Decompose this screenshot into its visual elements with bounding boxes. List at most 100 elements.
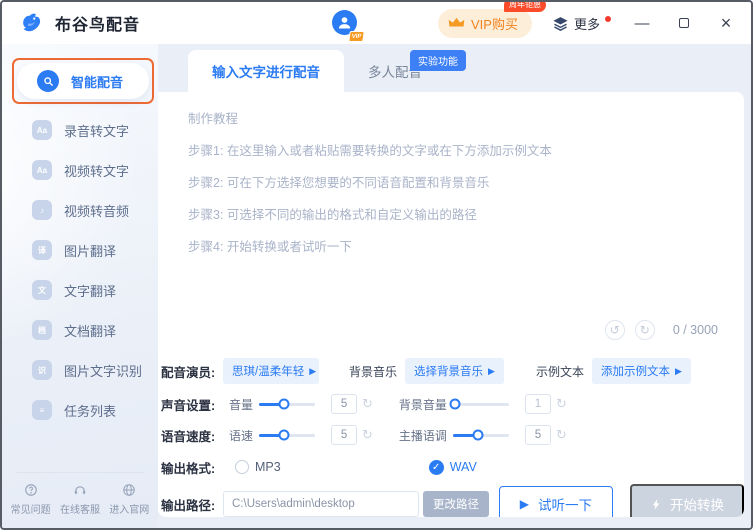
app-logo: 布谷鸟配音 bbox=[20, 10, 140, 36]
placeholder-line: 步骤4: 开始转换或者试听一下 bbox=[188, 236, 718, 255]
placeholder-line: 步骤2: 可在下方选择您想要的不同语音配置和背景音乐 bbox=[188, 172, 718, 191]
play-icon: ▶ bbox=[520, 497, 529, 511]
titlebar: 布谷鸟配音 VIP VIP购买 周年钜惠 bbox=[2, 2, 751, 44]
bgm-label: 背景音乐 bbox=[349, 363, 397, 380]
window-close-button[interactable]: × bbox=[715, 13, 737, 34]
notification-dot-icon bbox=[605, 16, 611, 22]
online-service-link[interactable]: 在线客服 bbox=[60, 483, 100, 516]
video-to-audio-icon: ♪ bbox=[32, 200, 52, 220]
window-minimize-button[interactable]: — bbox=[631, 15, 653, 32]
voice-actor-value: 思琪/温柔年轻 bbox=[232, 363, 304, 379]
pitch-slider[interactable] bbox=[453, 434, 509, 437]
sidebar-item-label: 图片翻译 bbox=[64, 241, 116, 260]
volume-reset-button[interactable]: ↻ bbox=[362, 396, 373, 412]
user-avatar[interactable]: VIP bbox=[332, 10, 362, 40]
radio-unchecked-icon bbox=[235, 460, 249, 474]
placeholder-line: 步骤1: 在这里输入或者粘贴需要转换的文字或在下方添加示例文本 bbox=[188, 140, 718, 159]
dropdown-arrow-icon: ▶ bbox=[309, 366, 316, 377]
start-convert-button[interactable]: 开始转换 bbox=[630, 484, 744, 517]
redo-button[interactable]: ↻ bbox=[635, 320, 655, 340]
sidebar-item-task-list[interactable]: ≡ 任务列表 bbox=[2, 390, 158, 430]
vip-buy-label: VIP购买 bbox=[471, 14, 518, 33]
sidebar-item-label: 任务列表 bbox=[64, 401, 116, 420]
main-area: 输入文字进行配音 多人配音 实验功能 制作教程 步骤1: 在这里输入或者粘贴需要… bbox=[158, 44, 751, 528]
globe-icon bbox=[122, 483, 136, 497]
faq-label: 常见问题 bbox=[11, 501, 51, 516]
output-path-input[interactable] bbox=[223, 491, 419, 517]
bg-volume-slider[interactable] bbox=[453, 403, 509, 406]
headset-icon bbox=[73, 483, 87, 497]
image-translate-icon: 译 bbox=[32, 240, 52, 260]
dropdown-arrow-icon: ▶ bbox=[675, 366, 682, 377]
preview-label: 试听一下 bbox=[538, 494, 592, 514]
sidebar-item-image-translate[interactable]: 译 图片翻译 bbox=[2, 230, 158, 270]
speed-reset-button[interactable]: ↻ bbox=[362, 427, 373, 443]
editor-toolbar: ↺ ↻ 0 / 3000 bbox=[605, 320, 718, 340]
pitch-slider-thumb[interactable] bbox=[473, 430, 484, 441]
bg-volume-value: 1 bbox=[525, 394, 551, 414]
text-translate-icon: 文 bbox=[32, 280, 52, 300]
radio-checked-icon: ✓ bbox=[429, 460, 444, 475]
speed-slider[interactable] bbox=[259, 434, 315, 437]
change-path-button[interactable]: 更改路径 bbox=[423, 491, 489, 517]
volume-slider-thumb[interactable] bbox=[279, 399, 290, 410]
output-format-label: 输出格式: bbox=[161, 458, 223, 477]
sound-settings-label: 声音设置: bbox=[161, 395, 223, 414]
pitch-label: 主播语调 bbox=[399, 427, 447, 444]
format-wav-radio[interactable]: ✓ WAV bbox=[429, 460, 477, 475]
char-counter: 0 / 3000 bbox=[673, 323, 718, 337]
window-maximize-button[interactable] bbox=[673, 15, 695, 32]
official-site-label: 进入官网 bbox=[109, 501, 149, 516]
voice-settings-row: 配音演员: 思琪/温柔年轻 ▶ 背景音乐 选择背景音乐 ▶ 示例文本 添加示例文… bbox=[158, 358, 744, 384]
format-mp3-radio[interactable]: MP3 bbox=[235, 460, 281, 474]
pitch-value: 5 bbox=[525, 425, 551, 445]
text-input-area[interactable]: 制作教程 步骤1: 在这里输入或者粘贴需要转换的文字或在下方添加示例文本 步骤2… bbox=[158, 92, 744, 348]
sidebar-item-audio-to-text[interactable]: Aa 录音转文字 bbox=[2, 110, 158, 150]
sample-text-value: 添加示例文本 bbox=[601, 363, 670, 379]
app-window: 布谷鸟配音 VIP VIP购买 周年钜惠 bbox=[0, 0, 753, 530]
speed-slider-thumb[interactable] bbox=[279, 430, 290, 441]
sidebar-item-image-ocr[interactable]: 识 图片文字识别 bbox=[2, 350, 158, 390]
format-wav-label: WAV bbox=[450, 460, 477, 474]
preview-button[interactable]: ▶ 试听一下 bbox=[499, 486, 613, 517]
output-path-row: 输出路径: 更改路径 ▶ 试听一下 开始转换 bbox=[158, 488, 744, 517]
output-path-label: 输出路径: bbox=[161, 495, 223, 514]
placeholder-line: 制作教程 bbox=[188, 108, 718, 127]
image-ocr-icon: 识 bbox=[32, 360, 52, 380]
volume-slider[interactable] bbox=[259, 403, 315, 406]
question-icon bbox=[24, 483, 38, 497]
official-site-link[interactable]: 进入官网 bbox=[109, 483, 149, 516]
anniversary-badge: 周年钜惠 bbox=[504, 0, 546, 12]
speed-value: 5 bbox=[331, 425, 357, 445]
bgm-select[interactable]: 选择背景音乐 ▶ bbox=[405, 358, 504, 384]
sidebar-item-label: 视频转文字 bbox=[64, 161, 129, 180]
volume-label: 音量 bbox=[229, 396, 253, 413]
pitch-reset-button[interactable]: ↻ bbox=[556, 427, 567, 443]
mic-search-icon bbox=[37, 70, 59, 92]
sidebar-item-doc-translate[interactable]: 档 文档翻译 bbox=[2, 310, 158, 350]
avatar-vip-badge: VIP bbox=[348, 31, 365, 42]
bg-volume-slider-thumb[interactable] bbox=[450, 399, 461, 410]
speed-label: 语速 bbox=[229, 427, 253, 444]
speed-settings-row: 语音速度: 语速 5 ↻ 主播语调 5 ↻ bbox=[158, 422, 744, 448]
vip-buy-button[interactable]: VIP购买 周年钜惠 bbox=[438, 9, 532, 38]
sidebar-item-text-translate[interactable]: 文 文字翻译 bbox=[2, 270, 158, 310]
placeholder-line: 步骤3: 可选择不同的输出的格式和自定义输出的路径 bbox=[188, 204, 718, 223]
voice-actor-select[interactable]: 思琪/温柔年轻 ▶ bbox=[223, 358, 319, 384]
more-menu-button[interactable]: 更多 bbox=[552, 14, 611, 33]
format-mp3-label: MP3 bbox=[255, 460, 281, 474]
sidebar-item-smart-dubbing[interactable]: 智能配音 bbox=[17, 63, 149, 99]
add-sample-text-button[interactable]: 添加示例文本 ▶ bbox=[592, 358, 691, 384]
undo-button[interactable]: ↺ bbox=[605, 320, 625, 340]
lightning-icon bbox=[650, 498, 663, 511]
online-service-label: 在线客服 bbox=[60, 501, 100, 516]
sidebar-item-video-to-audio[interactable]: ♪ 视频转音频 bbox=[2, 190, 158, 230]
bird-logo-icon bbox=[20, 10, 46, 36]
bg-volume-reset-button[interactable]: ↻ bbox=[556, 396, 567, 412]
volume-value: 5 bbox=[331, 394, 357, 414]
sample-text-label: 示例文本 bbox=[536, 363, 584, 380]
tab-text-dubbing[interactable]: 输入文字进行配音 bbox=[188, 50, 344, 92]
sidebar-item-video-to-text[interactable]: Aa 视频转文字 bbox=[2, 150, 158, 190]
faq-link[interactable]: 常见问题 bbox=[11, 483, 51, 516]
output-format-row: 输出格式: MP3 ✓ WAV bbox=[158, 456, 744, 478]
